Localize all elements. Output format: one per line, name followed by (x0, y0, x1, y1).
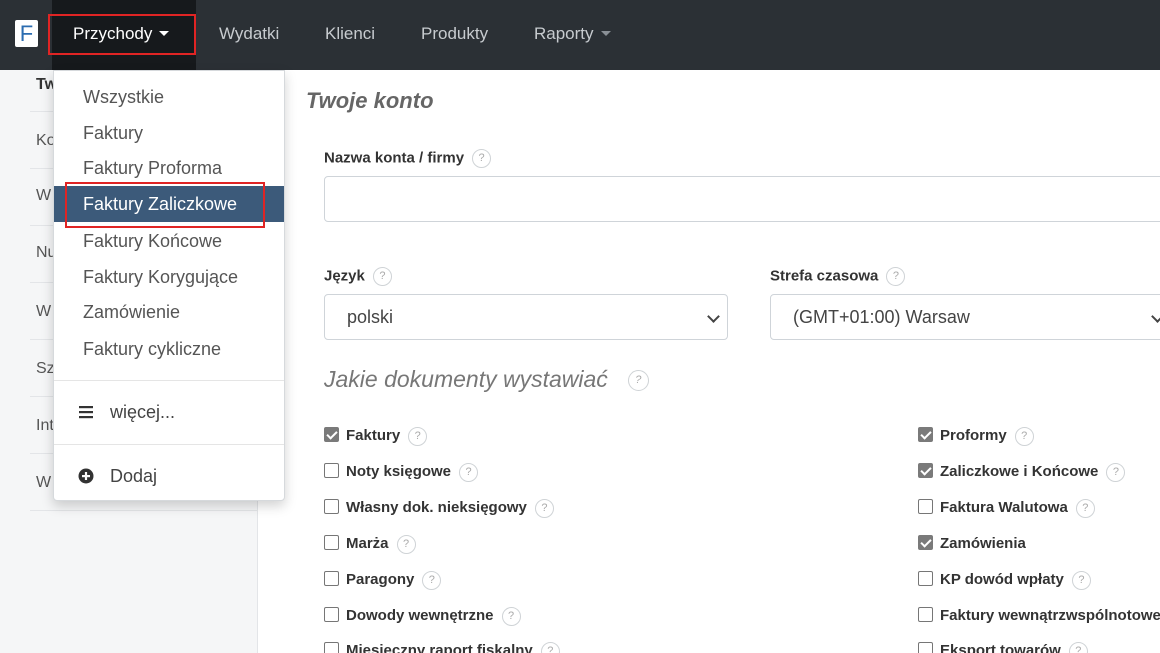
checkbox-label: Dowody wewnętrzne? (346, 605, 521, 627)
nav-item-label: Przychody (73, 24, 153, 43)
help-icon[interactable]: ? (501, 606, 521, 626)
help-icon[interactable]: ? (1071, 570, 1091, 590)
checkbox[interactable] (918, 607, 933, 622)
menu-item-label: Dodaj (110, 466, 158, 486)
hamburger-menu-icon (79, 406, 93, 419)
help-icon[interactable]: ? (372, 267, 392, 286)
przychody-dropdown-menu: Wszystkie Faktury Faktury Proforma Faktu… (53, 70, 285, 501)
checkbox[interactable] (324, 571, 339, 586)
checkbox-label: Zamówienia (940, 535, 1026, 552)
checkbox-label: Noty księgowe? (346, 461, 479, 483)
app-logo[interactable]: F (15, 20, 38, 47)
documents-section-title: Jakie dokumenty wystawiać? (324, 366, 649, 393)
menu-item-zamowienie[interactable]: Zamówienie (54, 294, 284, 330)
language-select-value: polski (347, 307, 394, 327)
nav-item-klienci[interactable]: Klienci (325, 0, 375, 70)
help-icon[interactable]: ? (1106, 462, 1126, 482)
checkbox-label: Faktury? (346, 425, 428, 447)
checkbox[interactable] (324, 499, 339, 514)
label-text: Strefa czasowa (770, 267, 879, 285)
nav-item-wydatki[interactable]: Wydatki (219, 0, 279, 70)
checkbox-label: KP dowód wpłaty? (940, 569, 1091, 591)
help-icon[interactable]: ? (1014, 426, 1034, 446)
plus-circle-icon (78, 468, 94, 484)
section-title-text: Jakie dokumenty wystawiać (324, 366, 608, 392)
checkbox[interactable] (918, 535, 933, 550)
help-icon[interactable]: ? (459, 462, 479, 482)
checkbox[interactable] (324, 463, 339, 478)
help-icon[interactable]: ? (1068, 641, 1088, 653)
checkbox-label: Własny dok. nieksięgowy? (346, 497, 554, 519)
sidebar-item-label: Int (36, 417, 54, 434)
top-navbar: F Przychody Wydatki Klienci Produkty Rap… (0, 0, 1160, 70)
checkbox[interactable] (918, 571, 933, 586)
checkbox[interactable] (918, 427, 933, 442)
menu-item-faktury-proforma[interactable]: Faktury Proforma (54, 150, 284, 186)
label-text: Nazwa konta / firmy (324, 149, 465, 167)
nav-item-label: Produkty (421, 24, 489, 43)
checkbox[interactable] (918, 499, 933, 514)
nav-item-label: Klienci (325, 24, 376, 43)
checkbox-label: Eksport towarów? (940, 640, 1088, 653)
help-icon[interactable]: ? (627, 370, 649, 392)
checkbox-label: Paragony? (346, 569, 442, 591)
checkbox[interactable] (918, 642, 933, 653)
menu-item-label: więcej... (110, 402, 176, 422)
menu-item-faktury-korygujace[interactable]: Faktury Korygujące (54, 259, 284, 295)
checkbox[interactable] (324, 535, 339, 550)
help-icon[interactable]: ? (472, 149, 492, 168)
checkbox-label: Faktury wewnątrzwspólnotowe (940, 607, 1160, 624)
nav-item-label: Raporty (534, 24, 594, 43)
timezone-label: Strefa czasowa? (770, 267, 906, 286)
help-icon[interactable]: ? (540, 641, 560, 653)
checkbox[interactable] (324, 427, 339, 442)
caret-down-icon (600, 31, 611, 37)
checkbox-label: Proformy? (940, 425, 1034, 447)
chevron-down-icon (1151, 310, 1160, 323)
checkbox[interactable] (918, 463, 933, 478)
help-icon[interactable]: ? (1075, 498, 1095, 518)
checkbox-label: Zaliczkowe i Końcowe? (940, 461, 1126, 483)
menu-item-faktury[interactable]: Faktury (54, 115, 284, 151)
sidebar-item-label: W (36, 187, 52, 204)
menu-item-faktury-cykliczne[interactable]: Faktury cykliczne (54, 331, 284, 367)
menu-item-wiecej[interactable]: więcej... (54, 394, 284, 430)
label-text: Język (324, 267, 365, 285)
checkbox-label: Marża? (346, 533, 416, 555)
help-icon[interactable]: ? (886, 267, 906, 286)
checkbox[interactable] (324, 642, 339, 653)
help-icon[interactable]: ? (396, 534, 416, 554)
nav-item-label: Wydatki (219, 24, 280, 43)
help-icon[interactable]: ? (408, 426, 428, 446)
menu-item-dodaj[interactable]: Dodaj (54, 458, 284, 494)
help-icon[interactable]: ? (534, 498, 554, 518)
menu-item-faktury-koncowe[interactable]: Faktury Końcowe (54, 223, 284, 259)
menu-divider (54, 380, 284, 381)
sidebar-item-label: W (36, 474, 52, 491)
timezone-select-value: (GMT+01:00) Warsaw (793, 307, 970, 327)
menu-item-wszystkie[interactable]: Wszystkie (54, 79, 284, 115)
checkbox-label: Faktura Walutowa? (940, 497, 1095, 519)
account-name-input[interactable] (324, 176, 1160, 222)
page-title: Twoje konto (306, 88, 434, 113)
account-name-label: Nazwa konta / firmy? (324, 149, 492, 168)
checkbox[interactable] (324, 607, 339, 622)
sidebar-item-label: W (36, 303, 52, 320)
caret-down-icon (159, 31, 170, 37)
nav-item-produkty[interactable]: Produkty (421, 0, 488, 70)
chevron-down-icon (707, 310, 720, 323)
help-icon[interactable]: ? (422, 570, 442, 590)
menu-divider (54, 444, 284, 445)
menu-item-faktury-zaliczkowe[interactable]: Faktury Zaliczkowe (54, 186, 284, 222)
sidebar-item-label: Sz (36, 360, 55, 377)
language-select[interactable]: polski (324, 294, 728, 340)
nav-item-przychody[interactable]: Przychody (73, 0, 170, 70)
timezone-select[interactable]: (GMT+01:00) Warsaw (770, 294, 1160, 340)
checkbox-label: Miesięczny raport fiskalny? (346, 640, 560, 653)
nav-item-raporty[interactable]: Raporty (534, 0, 611, 70)
language-label: Język? (324, 267, 392, 286)
